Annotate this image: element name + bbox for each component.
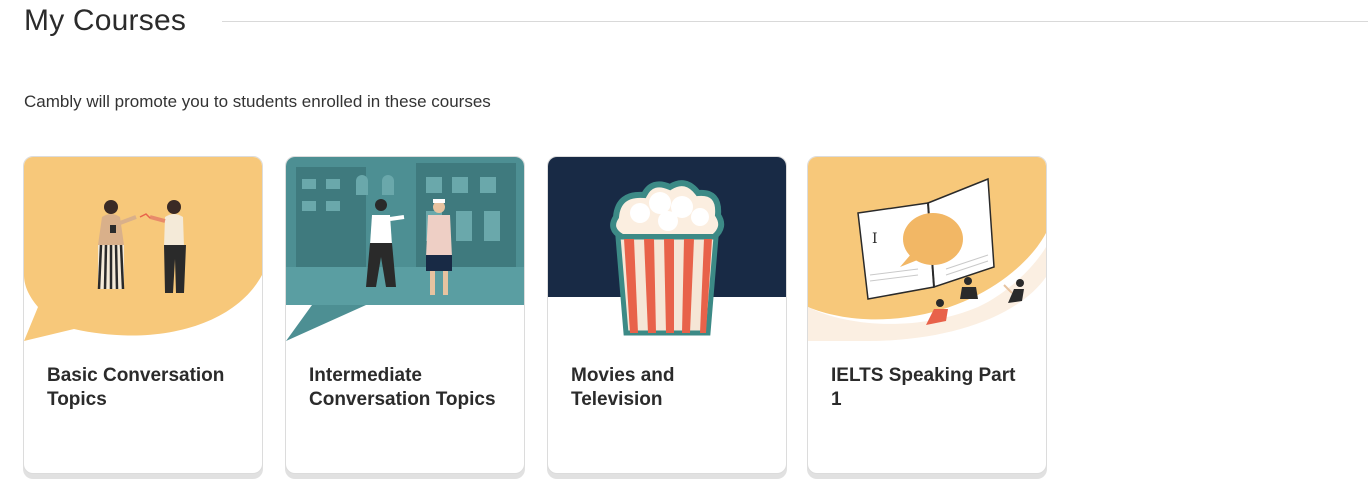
course-card-movies-television[interactable]: Movies and Television (547, 156, 787, 474)
title-divider (222, 21, 1368, 22)
course-title: IELTS Speaking Part 1 (831, 365, 1016, 410)
course-card-ielts-speaking[interactable]: I IELTS Speaking Part 1 (807, 156, 1047, 474)
page-header: My Courses (24, 0, 1368, 48)
svg-text:I: I (872, 231, 878, 247)
movies-television-illustration (548, 157, 786, 341)
intermediate-conversation-illustration (286, 157, 524, 341)
course-title: Intermediate Conversation Topics (309, 365, 496, 410)
course-title: Basic Conversation Topics (47, 365, 225, 410)
ielts-speaking-illustration: I (808, 157, 1046, 341)
page-subtitle: Cambly will promote you to students enro… (24, 92, 491, 111)
basic-conversation-illustration (24, 157, 262, 341)
course-card-intermediate-conversation[interactable]: Intermediate Conversation Topics (285, 156, 525, 474)
page-title: My Courses (24, 4, 187, 37)
course-card-basic-conversation[interactable]: Basic Conversation Topics (23, 156, 263, 474)
course-title: Movies and Television (571, 365, 675, 410)
